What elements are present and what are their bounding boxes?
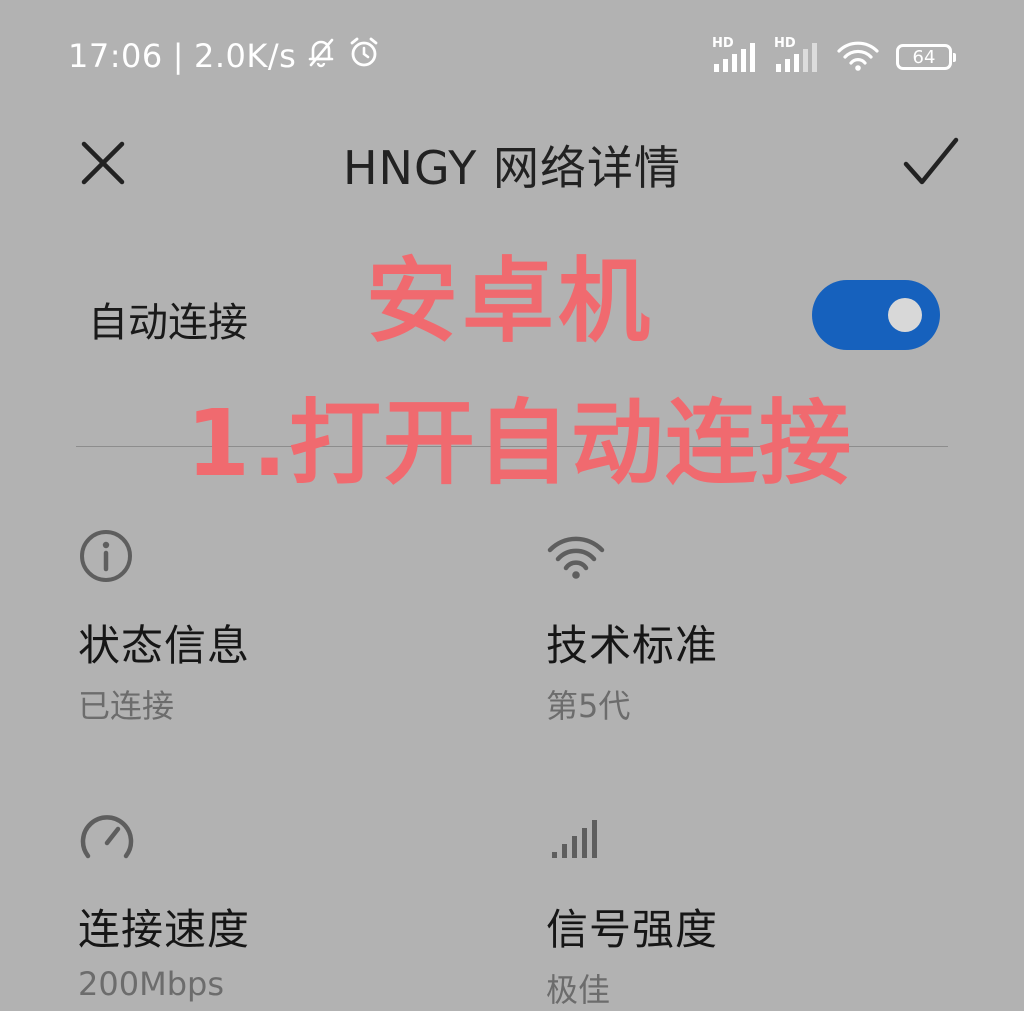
battery-icon: 64 xyxy=(896,44,956,70)
detail-value: 第5代 xyxy=(546,687,631,725)
detail-value: 极佳 xyxy=(546,971,611,1009)
detail-label: 状态信息 xyxy=(78,621,251,670)
detail-label: 信号强度 xyxy=(546,905,719,954)
detail-label: 技术标准 xyxy=(546,621,719,670)
signal-bars-icon xyxy=(552,820,597,858)
detail-status: 状态信息 已连接 xyxy=(78,528,250,727)
detail-speed: 连接速度 200Mbps xyxy=(78,810,250,1003)
detail-signal: 信号强度 极佳 xyxy=(546,810,718,1011)
auto-connect-toggle[interactable] xyxy=(812,280,940,350)
info-icon xyxy=(80,530,132,582)
status-bar-left: 17:06 | 2.0K/s xyxy=(68,34,382,78)
detail-value: 200Mbps xyxy=(78,965,224,1003)
confirm-button[interactable] xyxy=(900,134,962,190)
check-icon xyxy=(903,137,959,185)
alarm-clock-icon xyxy=(346,34,382,78)
speedometer-icon xyxy=(80,815,134,859)
cellular-signal-2-icon: HD xyxy=(774,36,820,74)
status-time: 17:06 xyxy=(68,37,163,75)
battery-level: 64 xyxy=(912,46,936,68)
cellular-signal-1-icon: HD xyxy=(712,36,758,74)
page-title: HNGY 网络详情 xyxy=(342,141,682,195)
status-separator: | xyxy=(172,37,184,75)
detail-value: 已连接 xyxy=(78,687,175,725)
status-bar-right: HD HD 64 xyxy=(712,36,956,76)
toggle-knob xyxy=(888,298,922,332)
annotation-line-1: 安卓机 xyxy=(366,248,655,355)
detail-label: 连接速度 xyxy=(78,905,251,954)
wifi-icon xyxy=(547,536,605,579)
wifi-status-icon xyxy=(836,38,880,76)
annotation-line-2: 1.打开自动连接 xyxy=(186,390,853,497)
auto-connect-label: 自动连接 xyxy=(88,300,248,346)
detail-standard: 技术标准 第5代 xyxy=(546,528,718,727)
bell-muted-icon xyxy=(304,35,338,77)
status-net-speed: 2.0K/s xyxy=(194,37,297,75)
